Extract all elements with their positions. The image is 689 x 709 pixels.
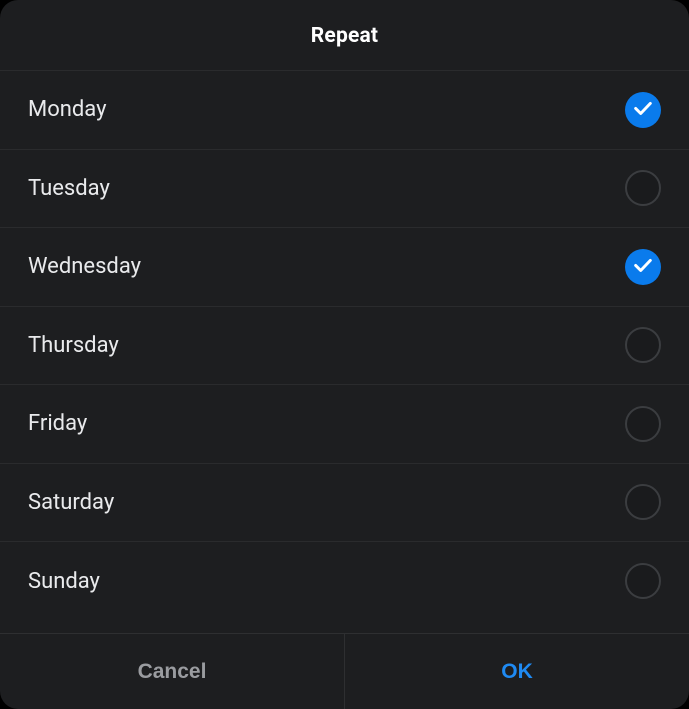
day-label: Wednesday bbox=[28, 254, 141, 279]
dialog-header: Repeat bbox=[0, 0, 689, 71]
repeat-dialog: Repeat Monday Tuesday Wednesday Thurs bbox=[0, 0, 689, 709]
day-label: Tuesday bbox=[28, 176, 110, 201]
day-label: Saturday bbox=[28, 490, 114, 515]
day-label: Sunday bbox=[28, 569, 100, 594]
checkbox-friday[interactable] bbox=[625, 406, 661, 442]
day-row-friday[interactable]: Friday bbox=[0, 385, 689, 464]
check-icon bbox=[632, 97, 654, 123]
day-row-monday[interactable]: Monday bbox=[0, 71, 689, 150]
dialog-title: Repeat bbox=[0, 24, 689, 48]
day-row-sunday[interactable]: Sunday bbox=[0, 542, 689, 621]
checkbox-tuesday[interactable] bbox=[625, 170, 661, 206]
checkbox-saturday[interactable] bbox=[625, 484, 661, 520]
check-icon bbox=[632, 254, 654, 280]
day-row-thursday[interactable]: Thursday bbox=[0, 307, 689, 386]
dialog-footer: Cancel OK bbox=[0, 633, 689, 709]
checkbox-monday[interactable] bbox=[625, 92, 661, 128]
day-row-tuesday[interactable]: Tuesday bbox=[0, 150, 689, 229]
day-label: Thursday bbox=[28, 333, 119, 358]
ok-button[interactable]: OK bbox=[345, 634, 689, 709]
day-row-saturday[interactable]: Saturday bbox=[0, 464, 689, 543]
day-row-wednesday[interactable]: Wednesday bbox=[0, 228, 689, 307]
checkbox-thursday[interactable] bbox=[625, 327, 661, 363]
cancel-button[interactable]: Cancel bbox=[0, 634, 345, 709]
checkbox-wednesday[interactable] bbox=[625, 249, 661, 285]
day-list: Monday Tuesday Wednesday Thursday bbox=[0, 71, 689, 633]
day-label: Friday bbox=[28, 411, 87, 436]
checkbox-sunday[interactable] bbox=[625, 563, 661, 599]
day-label: Monday bbox=[28, 97, 107, 122]
